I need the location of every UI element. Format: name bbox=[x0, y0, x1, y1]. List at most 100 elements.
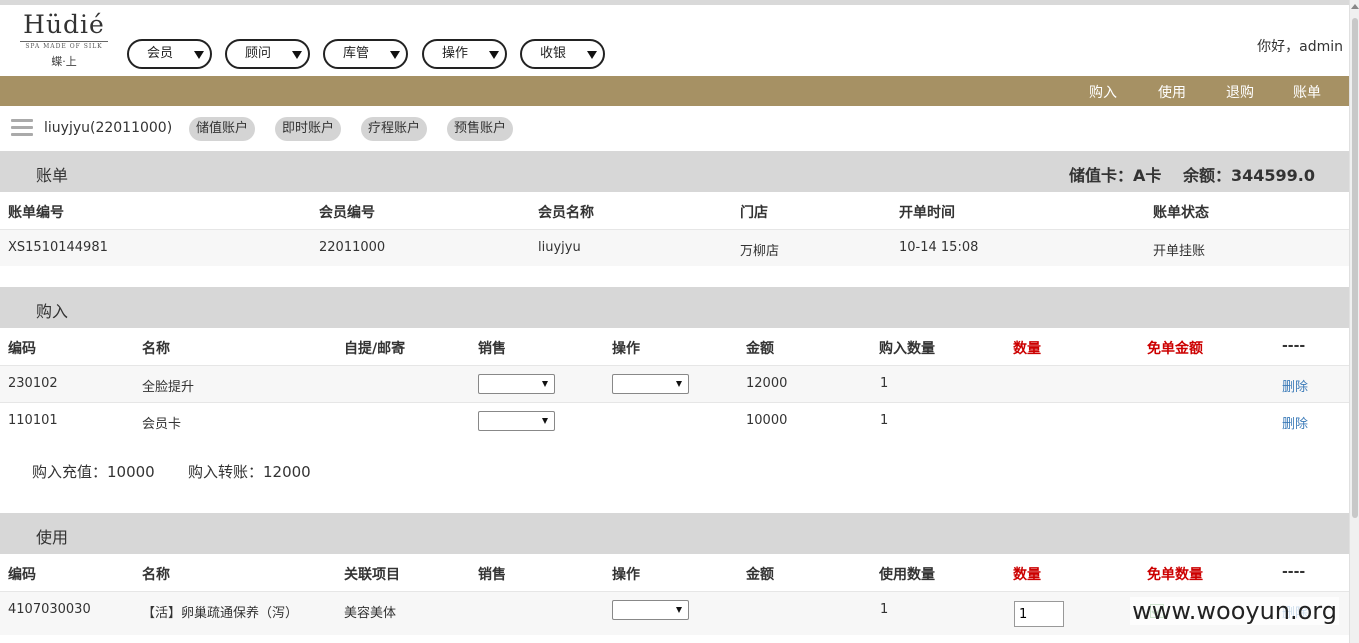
tab-course-account[interactable]: 疗程账户 bbox=[361, 117, 427, 141]
column-header: 开单时间 bbox=[899, 205, 955, 221]
column-header: 数量 bbox=[1013, 341, 1041, 357]
column-header: 操作 bbox=[612, 567, 640, 583]
item-name: 【活】卵巢疏通保养（泻） bbox=[142, 606, 299, 621]
page: Hüdié SPA MADE OF SILK 蝶·上 会员 顾问 库管 操作 收… bbox=[0, 0, 1359, 643]
logo-rule bbox=[20, 41, 108, 42]
column-header: 编码 bbox=[8, 567, 36, 583]
caret-down-icon bbox=[194, 51, 204, 59]
tab-presale-account[interactable]: 预售账户 bbox=[447, 117, 513, 141]
caret-down-icon bbox=[676, 381, 682, 387]
member-id: liuyjyu(22011000) bbox=[44, 120, 173, 136]
column-header: 使用数量 bbox=[879, 567, 935, 583]
scrollbar-thumb[interactable] bbox=[1352, 18, 1358, 518]
column-header: 购入数量 bbox=[879, 341, 935, 357]
action-link-refund[interactable]: 退购 bbox=[1226, 82, 1254, 102]
action-link-bill[interactable]: 账单 bbox=[1293, 82, 1321, 102]
column-header: 关联项目 bbox=[344, 567, 400, 583]
delete-link[interactable]: 删除 bbox=[1282, 376, 1308, 395]
column-header: 名称 bbox=[142, 341, 170, 357]
nav-menu-label: 会员 bbox=[147, 46, 174, 61]
nav-menu-label: 库管 bbox=[343, 46, 370, 61]
usage-section-header: 使用 bbox=[0, 513, 1349, 554]
user-greeting: 你好，admin bbox=[1257, 39, 1343, 55]
operator-select[interactable] bbox=[612, 374, 689, 394]
usage-table-header: 编码 名称 关联项目 销售 操作 金额 使用数量 数量 免单数量 ---- bbox=[0, 554, 1349, 591]
caret-down-icon bbox=[542, 418, 548, 424]
column-header: 金额 bbox=[746, 341, 774, 357]
scroll-up-icon[interactable] bbox=[1351, 4, 1359, 9]
nav-menu-consultant[interactable]: 顾问 bbox=[225, 39, 310, 69]
action-link-use[interactable]: 使用 bbox=[1158, 82, 1186, 102]
column-header: 会员名称 bbox=[538, 205, 594, 221]
brand-logo[interactable]: Hüdié SPA MADE OF SILK 蝶·上 bbox=[20, 11, 108, 69]
quantity-input[interactable] bbox=[1014, 601, 1064, 627]
header: Hüdié SPA MADE OF SILK 蝶·上 会员 顾问 库管 操作 收… bbox=[0, 5, 1349, 76]
purchase-recharge: 购入充值：10000 bbox=[32, 463, 155, 481]
table-row: 110101 会员卡 10000 1 删除 bbox=[0, 402, 1349, 439]
bill-number: XS1510144981 bbox=[8, 240, 108, 255]
nav-menu-operation[interactable]: 操作 bbox=[422, 39, 507, 69]
item-name: 全脸提升 bbox=[142, 380, 195, 395]
nav-menu-cashier[interactable]: 收银 bbox=[520, 39, 605, 69]
brand-name: Hüdié bbox=[23, 10, 105, 39]
column-header: ---- bbox=[1282, 338, 1306, 354]
item-amount: 10000 bbox=[746, 413, 788, 428]
column-header: 会员编号 bbox=[319, 205, 375, 221]
use-qty: 1 bbox=[880, 602, 889, 617]
action-bar: 购入 使用 退购 账单 bbox=[0, 76, 1349, 106]
column-header: 编码 bbox=[8, 341, 36, 357]
column-header: 门店 bbox=[740, 205, 768, 221]
nav-menu-label: 收银 bbox=[540, 46, 567, 61]
column-header: 销售 bbox=[478, 341, 506, 357]
nav-menu-label: 顾问 bbox=[245, 46, 272, 61]
caret-down-icon bbox=[542, 381, 548, 387]
open-time: 10-14 15:08 bbox=[899, 240, 979, 255]
purchase-transfer: 购入转账：12000 bbox=[188, 463, 311, 481]
column-header: 账单编号 bbox=[8, 205, 64, 221]
column-header: 销售 bbox=[478, 567, 506, 583]
menu-icon[interactable] bbox=[11, 119, 33, 137]
section-title: 购入 bbox=[36, 302, 69, 321]
purchase-section-header: 购入 bbox=[0, 287, 1349, 328]
caret-down-icon bbox=[292, 51, 302, 59]
column-header: 免单数量 bbox=[1147, 567, 1203, 583]
caret-down-icon bbox=[676, 607, 682, 613]
column-header: 账单状态 bbox=[1153, 205, 1209, 221]
column-header: 名称 bbox=[142, 567, 170, 583]
column-header: 操作 bbox=[612, 341, 640, 357]
section-title: 账单 bbox=[36, 166, 69, 185]
tab-instant-account[interactable]: 即时账户 bbox=[275, 117, 341, 141]
action-link-purchase[interactable]: 购入 bbox=[1089, 82, 1117, 102]
column-header: ---- bbox=[1282, 564, 1306, 580]
nav-menu-label: 操作 bbox=[442, 46, 469, 61]
sales-select[interactable] bbox=[478, 411, 555, 431]
bill-section-header: 账单 储值卡：A卡 余额：344599.0 bbox=[0, 151, 1349, 192]
vertical-scrollbar[interactable] bbox=[1349, 0, 1359, 643]
account-bar: liuyjyu(22011000) 储值账户 即时账户 疗程账户 预售账户 bbox=[0, 106, 1349, 151]
item-code: 230102 bbox=[8, 376, 58, 391]
nav-menu-inventory[interactable]: 库管 bbox=[323, 39, 408, 69]
item-name: 会员卡 bbox=[142, 417, 182, 432]
delete-link[interactable]: 删除 bbox=[1282, 413, 1308, 432]
item-code: 110101 bbox=[8, 413, 58, 428]
caret-down-icon bbox=[390, 51, 400, 59]
operator-select[interactable] bbox=[612, 600, 689, 620]
item-amount: 12000 bbox=[746, 376, 788, 391]
store-name: 万柳店 bbox=[740, 244, 780, 259]
table-row: XS1510144981 22011000 liuyjyu 万柳店 10-14 … bbox=[0, 229, 1349, 266]
tab-stored-value-account[interactable]: 储值账户 bbox=[189, 117, 255, 141]
item-qty: 1 bbox=[880, 376, 889, 391]
column-header: 免单金额 bbox=[1147, 341, 1203, 357]
related-project: 美容美体 bbox=[344, 606, 397, 621]
sales-select[interactable] bbox=[478, 374, 555, 394]
table-row: 230102 全脸提升 12000 1 删除 bbox=[0, 365, 1349, 402]
caret-down-icon bbox=[587, 51, 597, 59]
member-name: liuyjyu bbox=[538, 240, 581, 255]
member-number: 22011000 bbox=[319, 240, 386, 255]
nav-menu-member[interactable]: 会员 bbox=[127, 39, 212, 69]
item-code: 4107030030 bbox=[8, 602, 91, 617]
brand-tagline: SPA MADE OF SILK bbox=[25, 43, 103, 50]
card-balance: 储值卡：A卡 余额：344599.0 bbox=[1069, 166, 1315, 185]
watermark: www.wooyun.org bbox=[1130, 597, 1339, 625]
section-title: 使用 bbox=[36, 528, 69, 547]
